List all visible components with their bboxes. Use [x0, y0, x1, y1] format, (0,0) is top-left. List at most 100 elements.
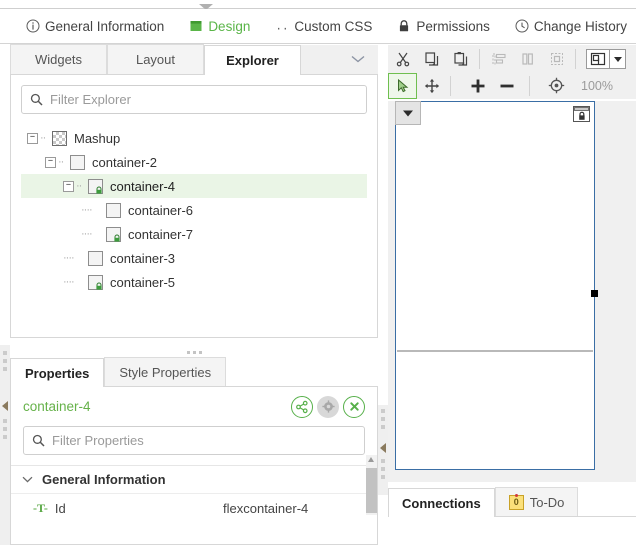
tab-properties[interactable]: Properties [10, 358, 105, 387]
canvas-toolbar: 100% [388, 45, 636, 99]
tab-connections[interactable]: Connections [388, 488, 495, 517]
explorer-tree: – ·· Mashup – ·· container-2– ·· container-4 ···… [21, 126, 367, 294]
container-row-divider[interactable] [397, 350, 593, 352]
explorer-body: –··Mashup–··container-2–··container-4···… [10, 75, 378, 338]
left-panel-splitter[interactable] [0, 345, 10, 545]
tree-node-label: container-5 [110, 274, 176, 290]
splitter-collapse-left-icon[interactable] [380, 443, 386, 453]
align-columns-button[interactable] [513, 46, 542, 72]
bottom-tab-strip: Connections 0 To-Do [388, 487, 636, 517]
tree-node-label: container-7 [128, 226, 194, 242]
container-resize-handle[interactable] [591, 290, 598, 297]
tab-general-information[interactable]: General Information [26, 19, 164, 34]
canvas-area: 100% Connections 0 To-Do [388, 45, 636, 545]
scroll-up-arrow-icon[interactable] [368, 457, 374, 462]
tree-expander-collapse-icon[interactable]: – [27, 132, 38, 144]
container-locked-icon [88, 178, 103, 194]
svg-text:{..}: {..} [275, 22, 289, 34]
close-button[interactable] [343, 395, 365, 418]
zoom-level-label: 100% [581, 78, 613, 93]
tree-node-label: container-2 [92, 154, 158, 170]
layout-mode-dropdown[interactable] [610, 48, 626, 69]
section-title: General Information [42, 472, 166, 487]
splitter-collapse-left-icon[interactable] [2, 401, 8, 411]
tree-expander-collapse-icon[interactable]: – [63, 180, 74, 192]
move-tool-button[interactable] [417, 73, 446, 99]
zoom-in-button[interactable] [463, 73, 492, 99]
main-tab-bar: General Information Design {..} Custom C… [0, 9, 636, 44]
zoom-out-button[interactable] [492, 73, 521, 99]
explorer-collapse-chevron-down-icon[interactable] [338, 44, 378, 74]
tree-connector: ·· [40, 132, 46, 144]
tab-custom-css[interactable]: {..} Custom CSS [275, 19, 372, 34]
tab-todo[interactable]: 0 To-Do [494, 487, 579, 516]
tab-permissions[interactable]: Permissions [397, 19, 490, 34]
tree-node-container-3[interactable]: ···· container-3 [21, 246, 367, 270]
tab-label: Custom CSS [294, 18, 373, 34]
splitter-grip-dots [381, 409, 385, 429]
tree-node-container-6[interactable]: ···· container-6 [21, 198, 367, 222]
reset-zoom-button[interactable] [542, 73, 571, 99]
container-icon [106, 202, 121, 218]
mashup-builder-window: General Information Design {..} Custom C… [0, 0, 636, 545]
container-locked-icon [88, 274, 103, 290]
tree-node-container-7[interactable]: ···· container-7 [21, 222, 367, 246]
tab-layout[interactable]: Layout [107, 44, 204, 74]
fit-button[interactable] [542, 46, 571, 72]
tree-node-label: container-6 [128, 202, 194, 218]
tree-node-container-4[interactable]: – ·· container-4 [21, 174, 367, 198]
select-tool-button[interactable] [388, 72, 417, 99]
bottom-panel: Connections 0 To-Do [388, 487, 636, 545]
canvas-panel-splitter[interactable] [378, 405, 388, 495]
tab-label: Style Properties [119, 365, 212, 380]
mashup-icon [52, 130, 67, 146]
filter-properties-input[interactable] [52, 433, 356, 448]
tree-node-mashup[interactable]: – ·· Mashup [21, 126, 367, 150]
properties-panel-resize-grip[interactable] [10, 347, 378, 357]
todo-count-badge: 0 [513, 496, 519, 507]
properties-filter-wrap [11, 426, 377, 465]
container-icon [88, 250, 103, 266]
tab-widgets[interactable]: Widgets [10, 44, 107, 74]
tab-label: Permissions [416, 18, 490, 34]
splitter-grip-dots [3, 419, 7, 439]
canvas-root-container[interactable] [395, 101, 598, 470]
tree-node-container-5[interactable]: ···· container-5 [21, 270, 367, 294]
property-value: flexcontainer-4 [223, 501, 309, 516]
canvas-viewport[interactable] [388, 101, 636, 482]
tree-connector: ···· [81, 228, 93, 240]
properties-scrollbar[interactable] [366, 455, 377, 515]
tree-node-label: container-4 [110, 178, 176, 194]
clock-icon [515, 19, 529, 33]
tab-label: Widgets [35, 52, 82, 67]
info-circle-icon [26, 19, 40, 33]
tab-design[interactable]: Design [189, 19, 250, 34]
container-lock-icon[interactable] [573, 106, 590, 122]
explorer-tab-strip: Widgets Layout Explorer [10, 44, 378, 75]
property-row-id[interactable]: -T- Id flexcontainer-4 [11, 493, 377, 523]
lock-icon [397, 19, 411, 33]
cut-button[interactable] [388, 46, 417, 72]
tree-expander-collapse-icon[interactable]: – [45, 156, 56, 168]
tab-explorer[interactable]: Explorer [204, 45, 301, 75]
selected-entity-label: container-4 [23, 399, 91, 414]
filter-explorer-input[interactable] [50, 92, 358, 107]
share-button[interactable] [291, 395, 313, 418]
tree-node-container-2[interactable]: – ·· container-2 [21, 150, 367, 174]
todo-note-icon: 0 [508, 493, 524, 510]
top-collapse-strip [0, 0, 636, 10]
tab-label: To-Do [529, 494, 565, 510]
properties-section-general-information[interactable]: General Information [11, 465, 377, 493]
tree-connector: ·· [58, 156, 64, 168]
scrollbar-thumb[interactable] [366, 468, 377, 513]
layout-mode-button[interactable] [586, 48, 610, 69]
properties-filter-box[interactable] [23, 426, 365, 455]
container-dropdown-button[interactable] [395, 101, 421, 125]
copy-button[interactable] [417, 46, 446, 72]
tab-change-history[interactable]: Change History [515, 19, 627, 34]
explorer-filter-box[interactable] [21, 85, 367, 114]
settings-button[interactable] [317, 395, 339, 418]
align-list-button[interactable] [484, 46, 513, 72]
tab-style-properties[interactable]: Style Properties [104, 357, 227, 386]
paste-button[interactable] [446, 46, 475, 72]
